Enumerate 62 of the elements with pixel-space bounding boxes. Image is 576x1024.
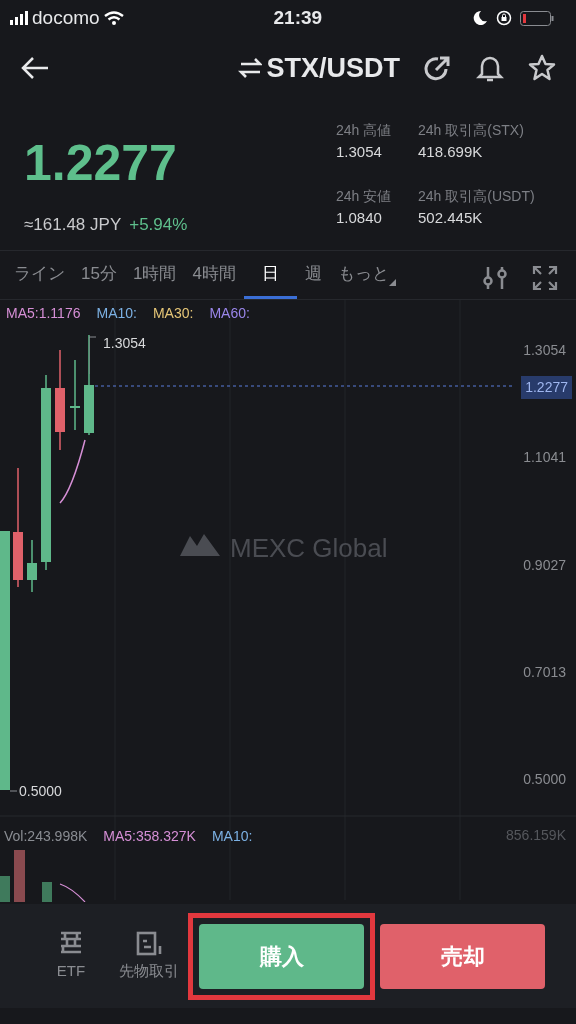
jpy-price: ≈161.48 JPY bbox=[24, 214, 122, 236]
status-time: 21:39 bbox=[273, 5, 323, 30]
stat-label: 24h 取引高(STX) bbox=[418, 121, 525, 140]
signal-icon bbox=[10, 11, 28, 25]
moon-icon bbox=[472, 10, 488, 26]
swap-icon[interactable] bbox=[238, 56, 263, 80]
dropdown-corner-icon bbox=[388, 279, 396, 286]
star-icon[interactable] bbox=[528, 54, 556, 82]
stat-value: 502.445K bbox=[418, 208, 484, 228]
ma-legend-item: MA60: bbox=[209, 304, 250, 323]
ma-legend-item: MA10: bbox=[96, 304, 137, 323]
bell-icon[interactable] bbox=[476, 54, 504, 82]
ma-legend-item: MA5:1.1176 bbox=[6, 304, 81, 323]
timeframe-tab[interactable]: 日 bbox=[243, 248, 297, 299]
indicator-settings-icon[interactable] bbox=[482, 265, 508, 291]
volume-bar bbox=[14, 850, 25, 902]
axis-label: 0.5000 bbox=[523, 770, 566, 789]
timeframe-tab[interactable]: もっと bbox=[329, 248, 404, 299]
nav-item[interactable]: 先物取引 bbox=[110, 929, 188, 983]
stat-value: 418.699K bbox=[418, 142, 484, 162]
timeframe-tab[interactable]: 4時間 bbox=[184, 248, 244, 299]
stat-value: 1.3054 bbox=[336, 142, 383, 162]
axis-label: 856.159K bbox=[506, 826, 566, 845]
volume-legend-item: MA5:358.327K bbox=[103, 827, 196, 846]
volume-legend-item: Vol:243.998K bbox=[4, 827, 88, 846]
current-price-tag: 1.2277 bbox=[521, 376, 572, 399]
last-price: 1.2277 bbox=[24, 138, 178, 188]
volume-bar bbox=[42, 882, 52, 902]
axis-label: 1.1041 bbox=[523, 448, 566, 468]
axis-label: 1.3054 bbox=[523, 341, 566, 360]
pair-title: STX/USDT bbox=[266, 51, 400, 85]
timeframe-tab[interactable]: 15分 bbox=[73, 248, 125, 299]
leader-line bbox=[10, 790, 18, 792]
low-price-marker: 0.5000 bbox=[19, 782, 62, 801]
axis-label: 0.7013 bbox=[523, 662, 566, 682]
candle bbox=[27, 539, 37, 593]
share-icon[interactable] bbox=[424, 54, 452, 82]
fullscreen-icon[interactable] bbox=[532, 265, 558, 291]
stat-label: 24h 取引高(USDT) bbox=[418, 187, 536, 206]
timeframe-tab[interactable]: 週 bbox=[296, 248, 330, 299]
ma-legend-item: MA30: bbox=[152, 304, 194, 323]
axis-label: 0.9027 bbox=[523, 555, 566, 575]
wifi-icon bbox=[103, 11, 124, 25]
stat-label: 24h 安値 bbox=[336, 187, 393, 206]
rotation-lock-icon bbox=[496, 10, 512, 26]
sell-button[interactable]: 売却 bbox=[380, 923, 545, 989]
candle bbox=[70, 359, 80, 431]
volume-bar bbox=[0, 876, 10, 902]
price-change: +5.94% bbox=[129, 214, 188, 236]
stat-value: 1.0840 bbox=[336, 208, 383, 228]
futures-icon bbox=[135, 929, 163, 956]
ma-line bbox=[59, 883, 86, 902]
carrier-name: docomo bbox=[32, 5, 100, 30]
battery-icon bbox=[520, 10, 554, 26]
timeframe-tab[interactable]: ライン bbox=[6, 248, 73, 299]
timeframe-tab[interactable]: 1時間 bbox=[124, 248, 185, 299]
leader-line bbox=[89, 336, 97, 375]
volume-legend-item: MA10: bbox=[211, 827, 253, 846]
nav-item[interactable]: ETF bbox=[32, 929, 110, 983]
ma-line bbox=[59, 439, 86, 504]
high-price-marker: 1.3054 bbox=[103, 334, 146, 353]
stat-label: 24h 高値 bbox=[336, 121, 393, 140]
